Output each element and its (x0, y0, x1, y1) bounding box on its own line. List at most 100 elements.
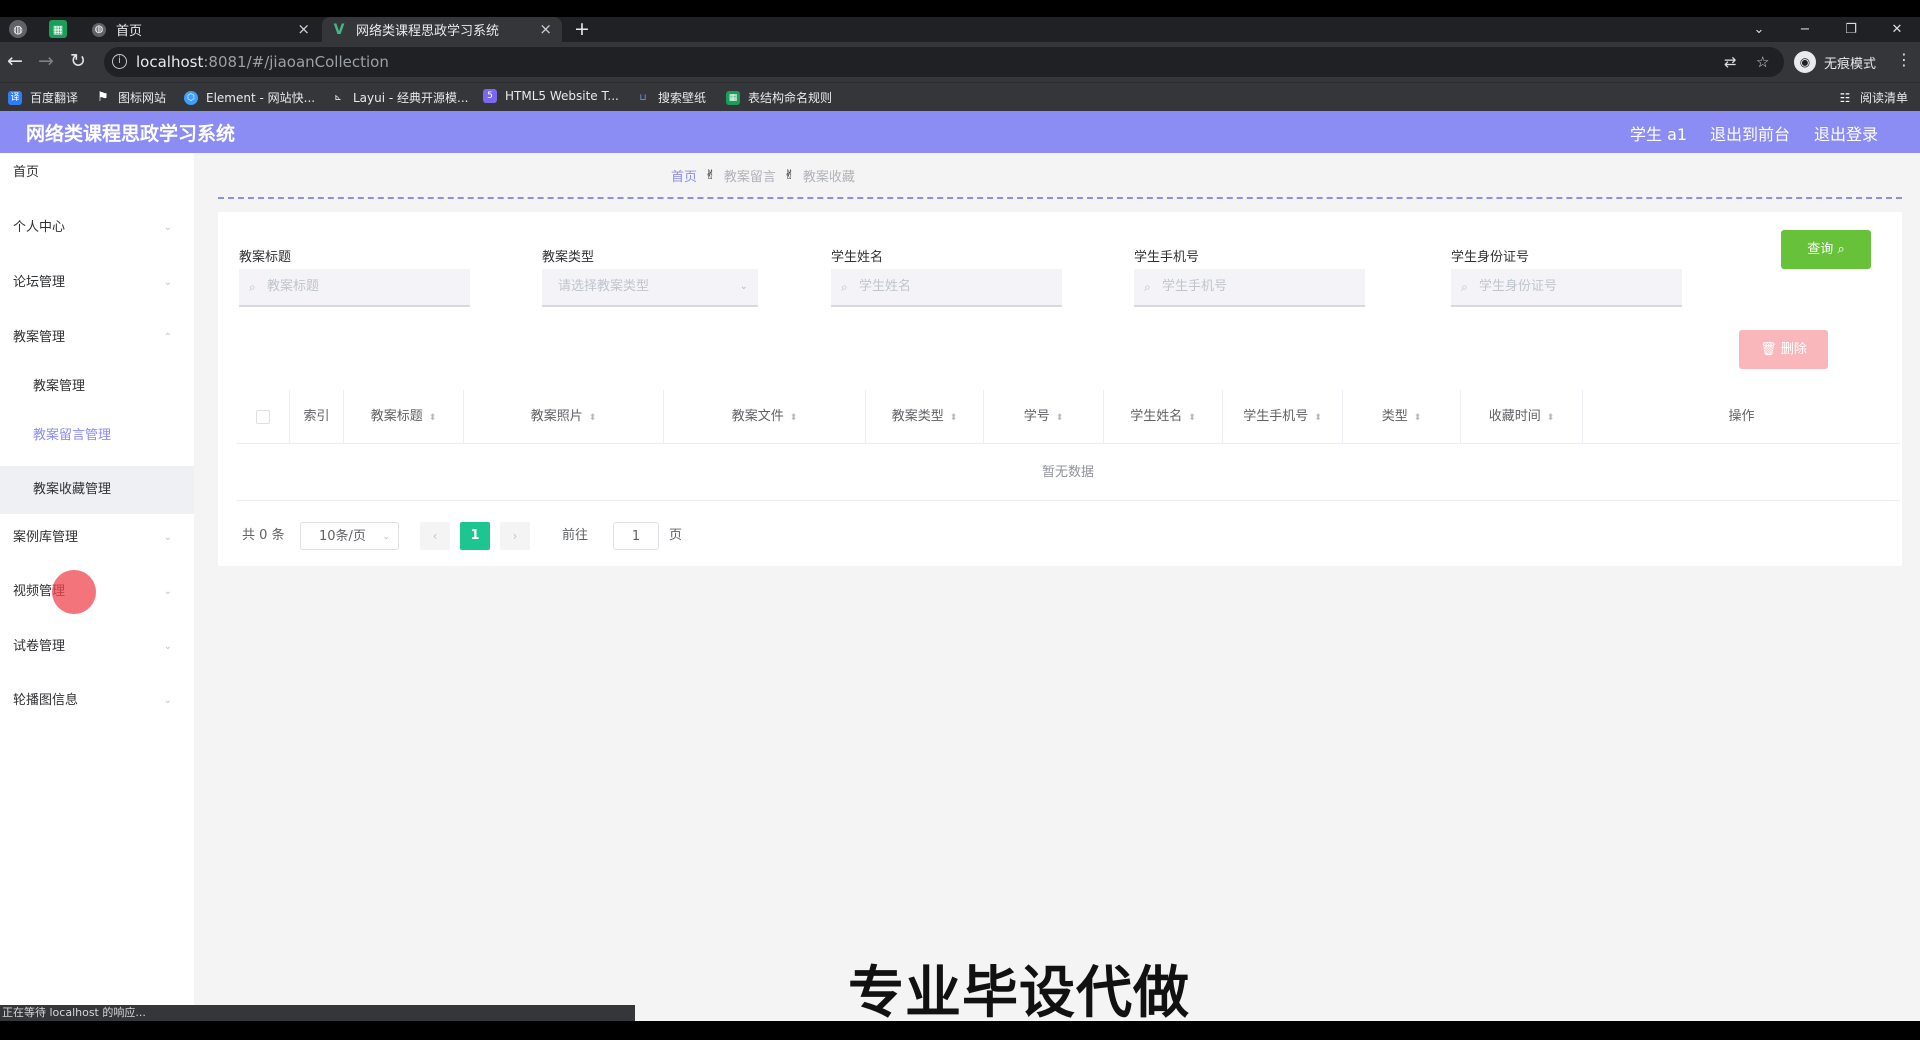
sidebar-item-label: 试卷管理 (13, 639, 66, 654)
sidebar-item-personal-center[interactable]: 个人中心 ⌄ (0, 208, 194, 248)
column-header[interactable]: 学生姓名 ⬍ (1104, 390, 1223, 444)
incognito-indicator[interactable]: ◉ 无痕模式 (1794, 51, 1876, 73)
sidebar-item-forum[interactable]: 论坛管理 ⌄ (0, 263, 194, 303)
sidebar-item-lesson-plan[interactable]: 教案管理 ⌃ (0, 318, 194, 358)
column-header-label: 学生姓名 (1130, 409, 1183, 424)
chevron-down-icon: ⌄ (163, 695, 172, 706)
search-button[interactable]: 查询 ⌕ (1781, 230, 1871, 269)
info-icon[interactable]: i (112, 54, 127, 69)
sheet-icon[interactable]: ▦ (49, 20, 67, 38)
column-header-label: 收藏时间 (1488, 409, 1541, 424)
bookmark-label: HTML5 Website T... (505, 89, 619, 103)
forward-icon[interactable]: → (34, 50, 58, 72)
bookmark-item[interactable]: ⚑ 图标网站 (96, 89, 166, 106)
column-header[interactable]: 教案文件 ⬍ (664, 390, 866, 444)
sort-icon[interactable]: ⬍ (1188, 413, 1196, 423)
tab-home[interactable]: ◍ 首页 × (82, 17, 320, 42)
student-id-input[interactable]: ⌕ 学生身份证号 (1451, 269, 1682, 307)
column-header[interactable]: 收藏时间 ⬍ (1461, 390, 1583, 444)
app-header: 网络类课程思政学习系统 学生 a1 退出到前台 退出登录 (0, 111, 1920, 153)
reload-icon[interactable]: ↻ (66, 50, 90, 72)
delete-button[interactable]: 🗑 删除 (1739, 330, 1828, 369)
column-header[interactable]: 类型 ⬍ (1343, 390, 1461, 444)
bookmark-item[interactable]: ⊾ Layui - 经典开源模... (331, 89, 468, 106)
sort-icon[interactable]: ⬍ (1056, 413, 1064, 423)
lesson-title-input[interactable]: ⌕ 教案标题 (239, 269, 470, 307)
column-header[interactable]: 教案标题 ⬍ (344, 390, 464, 444)
column-header[interactable]: 学生手机号 ⬍ (1223, 390, 1343, 444)
prev-page-button[interactable]: ‹ (420, 522, 450, 550)
sort-icon[interactable]: ⬍ (1547, 413, 1555, 423)
address-bar[interactable]: i localhost:8081/#/jiaoanCollection ⇄ ☆ (104, 47, 1784, 77)
breadcrumb-home[interactable]: 首页 (671, 166, 697, 185)
bookmark-item[interactable]: ⊔ 搜索壁纸 (636, 89, 706, 106)
bookmark-item[interactable]: ▦ 表结构命名规则 (726, 89, 832, 106)
restore-icon[interactable]: ❐ (1828, 17, 1874, 42)
tab-active[interactable]: V 网络类课程思政学习系统 × (322, 17, 562, 42)
layui-icon: ⊾ (334, 92, 342, 103)
close-icon[interactable]: × (297, 20, 310, 38)
sort-icon[interactable]: ⬍ (1414, 413, 1422, 423)
translate-icon[interactable]: ⇄ (1724, 53, 1737, 71)
goto-page-input[interactable]: 1 (613, 522, 659, 550)
student-name-input[interactable]: ⌕ 学生姓名 (831, 269, 1062, 307)
sort-icon[interactable]: ⬍ (429, 413, 437, 423)
new-tab-button[interactable]: + (574, 17, 590, 42)
translate-icon: 译 (8, 90, 22, 105)
data-table: 索引 教案标题 ⬍ 教案照片 ⬍ 教案文件 ⬍ 教案类型 ⬍ 学号 ⬍ 学生姓名 ⬍ 学生手… (236, 390, 1900, 501)
window-close-icon[interactable]: ✕ (1874, 17, 1920, 42)
sidebar-item-carousel[interactable]: 轮播图信息 ⌄ (0, 681, 194, 721)
content-panel: 教案标题 ⌕ 教案标题 教案类型 请选择教案类型 ⌄ 学生姓名 ⌕ 学生姓名 学生手机… (218, 212, 1902, 566)
wallpaper-icon: ⊔ (639, 92, 647, 103)
column-header[interactable]: 学号 ⬍ (984, 390, 1104, 444)
bookmark-item[interactable]: 5 HTML5 Website T... (483, 89, 619, 103)
sort-icon[interactable]: ⬍ (790, 413, 798, 423)
page-size-select[interactable]: 10条/页 ⌄ (300, 522, 399, 550)
column-header-label: 教案标题 (370, 409, 423, 424)
menu-icon[interactable]: ⋮ (1892, 50, 1916, 69)
globe-icon[interactable]: ◍ (9, 20, 27, 38)
bookmark-item[interactable]: 译百度翻译 (8, 89, 78, 106)
sidebar-item-exam[interactable]: 试卷管理 ⌄ (0, 627, 194, 667)
logout-link[interactable]: 退出登录 (1814, 121, 1878, 145)
url-host: localhost (136, 53, 204, 71)
page-number-current[interactable]: 1 (460, 522, 490, 550)
window-controls: ⌄ − ❐ ✕ (1736, 17, 1920, 42)
column-header[interactable]: 教案类型 ⬍ (866, 390, 984, 444)
sidebar-item-home[interactable]: 首页 (0, 153, 194, 193)
sort-icon[interactable]: ⬍ (589, 413, 597, 423)
filter-label: 教案标题 (239, 250, 292, 265)
sort-icon[interactable]: ⬍ (950, 413, 958, 423)
column-header[interactable]: 教案照片 ⬍ (464, 390, 664, 444)
lesson-type-select[interactable]: 请选择教案类型 ⌄ (542, 269, 758, 307)
tab-search-icon[interactable]: ⌄ (1736, 17, 1782, 42)
url-path: :8081/#/jiaoanCollection (203, 53, 389, 71)
input-placeholder: 学生姓名 (859, 279, 912, 294)
bookmark-item[interactable]: ⬡ Element - 网站快... (184, 89, 315, 106)
select-all-checkbox[interactable] (255, 409, 270, 424)
column-header-label: 索引 (303, 409, 330, 424)
sidebar-item-label: 教案管理 (13, 330, 66, 345)
star-icon[interactable]: ☆ (1756, 53, 1769, 71)
chevron-down-icon: ⌄ (163, 222, 172, 233)
sidebar-subitem-lesson-comments[interactable]: 教案留言管理 (0, 416, 194, 456)
input-placeholder: 学生身份证号 (1479, 279, 1558, 294)
next-page-button[interactable]: › (500, 522, 530, 550)
close-icon[interactable]: × (539, 20, 552, 38)
reading-list[interactable]: ☷ 阅读清单 (1838, 89, 1908, 106)
sidebar-item-case-library[interactable]: 案例库管理 ⌄ (0, 518, 194, 558)
sidebar-subitem-lesson-favorites[interactable]: 教案收藏管理 (0, 466, 194, 514)
sidebar-subitem-lesson-plan[interactable]: 教案管理 (0, 367, 194, 407)
sort-icon[interactable]: ⬍ (1314, 413, 1322, 423)
browser-tabbar: ◍ ▦ ◍ 首页 × V 网络类课程思政学习系统 × + ⌄ − ❐ ✕ (0, 17, 1920, 42)
total-count: 共 0 条 (242, 528, 285, 543)
reading-list-label: 阅读清单 (1860, 91, 1909, 105)
url-text[interactable]: localhost:8081/#/jiaoanCollection (136, 53, 389, 71)
exit-to-front-link[interactable]: 退出到前台 (1710, 121, 1790, 145)
sidebar-item-video[interactable]: 视频管理 ⌄ (0, 572, 194, 612)
chevron-up-icon: ⌃ (163, 332, 172, 343)
browser-toolbar: ← → ↻ i localhost:8081/#/jiaoanCollectio… (0, 42, 1920, 82)
minimize-icon[interactable]: − (1782, 17, 1828, 42)
student-phone-input[interactable]: ⌕ 学生手机号 (1134, 269, 1365, 307)
back-icon[interactable]: ← (3, 50, 27, 72)
